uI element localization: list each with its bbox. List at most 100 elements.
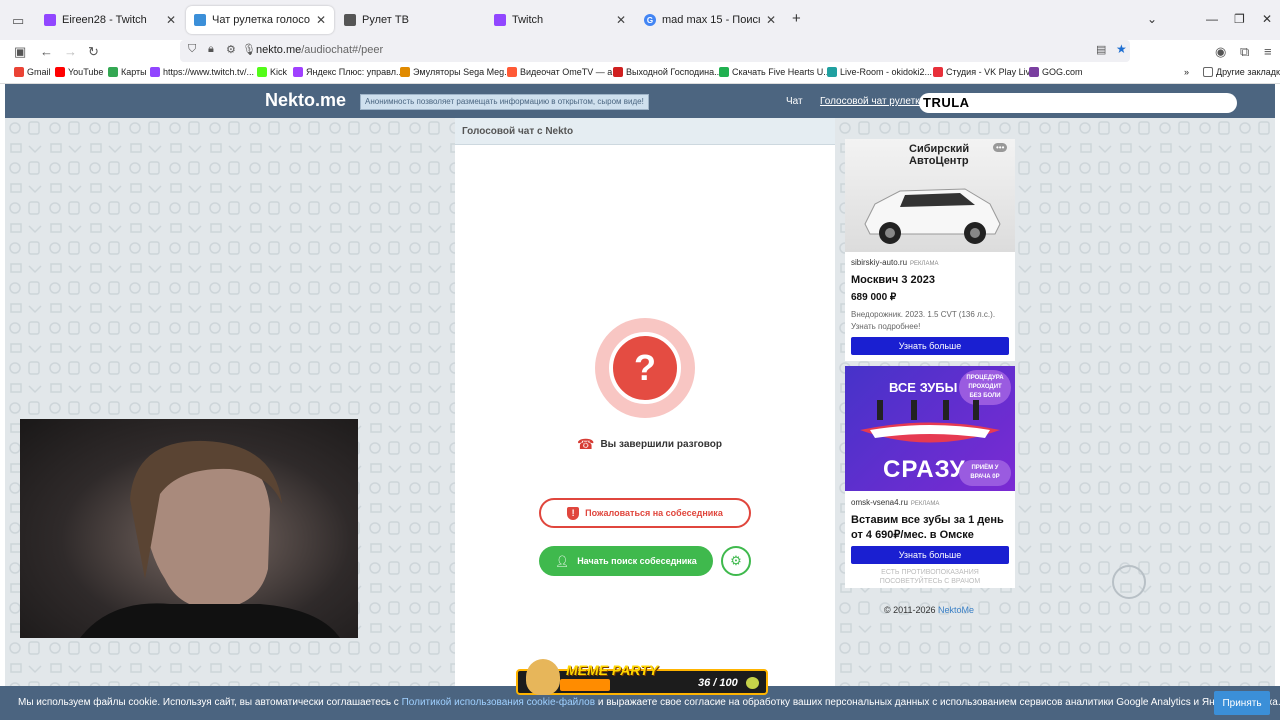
nav-voice-chat-link[interactable]: Голосовой чат рулетка [820, 96, 925, 107]
browser-tab-bar: ▭ Eireen28 - Twitch ✕ Чат рулетка голосо… [0, 0, 1280, 40]
tab-title: Twitch [512, 14, 544, 26]
twitch-icon [44, 14, 56, 26]
bookmark-label: Gmail [27, 67, 51, 77]
lock-icon[interactable]: 🔒︎ [208, 43, 214, 56]
browser-nav-bar: ▣ ← → ↻ ⛉ 🔒︎ ⚙ 🎙︎ nekto.me/audiochat#/pe… [0, 40, 1280, 62]
tab-twitch[interactable]: Twitch ✕ [486, 6, 634, 34]
bookmark-item[interactable]: Live-Room - okidoki2... [827, 67, 932, 77]
window-close-icon[interactable]: ✕ [1262, 12, 1272, 26]
doge-icon [526, 659, 560, 695]
ad-domain: omsk-vsena4.ru РЕКЛАМА [851, 498, 940, 507]
cookie-text: Мы используем файлы cookie. Используя са… [18, 697, 1280, 708]
loading-spinner-icon [1112, 565, 1146, 599]
maximize-icon[interactable]: ❐ [1234, 12, 1245, 26]
reload-icon[interactable]: ↻ [88, 44, 99, 60]
bookmark-item[interactable]: GOG.com [1029, 67, 1083, 77]
back-icon[interactable]: ← [40, 44, 53, 59]
ad-domain: sibirskiy-auto.ru РЕКЛАМА [851, 258, 939, 267]
tab-list-chevron-icon[interactable]: ⌄ [1147, 12, 1157, 26]
bookmark-item[interactable]: YouTube [55, 67, 103, 77]
report-button[interactable]: ! Пожаловаться на собеседника [539, 498, 751, 528]
ad-cta-button[interactable]: Узнать больше [851, 546, 1009, 564]
user-search-icon: 👤︎ [555, 555, 570, 568]
folder-icon [1203, 67, 1213, 77]
ad-cta-button[interactable]: Узнать больше [851, 337, 1009, 355]
forward-icon[interactable]: → [64, 44, 77, 59]
bookmark-label: Карты [121, 67, 147, 77]
bookmark-item[interactable]: Kick [257, 67, 287, 77]
copyright-link[interactable]: NektoMe [938, 605, 974, 615]
tab-title: Чат рулетка голосовая — Nekto [212, 14, 310, 26]
account-icon[interactable]: ◉ [1215, 44, 1226, 60]
ad-car-image: Сибирский АвтоЦентр ••• [845, 139, 1015, 252]
call-ended-status: ☎ Вы завершили разговор [577, 436, 722, 453]
bookmark-item[interactable]: Яндекс Плюс: управл... [293, 67, 403, 77]
bookmark-favicon-icon [55, 67, 65, 77]
extensions-icon[interactable]: ⧉ [1240, 44, 1249, 60]
search-settings-button[interactable]: ⚙ [721, 546, 751, 576]
ad-description: Внедорожник. 2023. 1.5 CVT (136 л.с.). У… [851, 310, 996, 331]
bookmark-item[interactable]: Gmail [14, 67, 51, 77]
bookmark-favicon-icon [108, 67, 118, 77]
streamer-webcam [20, 419, 358, 638]
close-icon[interactable]: ✕ [166, 13, 176, 27]
bookmark-item[interactable]: Выходной Господина... [613, 67, 722, 77]
ad-options-icon[interactable]: ••• [993, 143, 1008, 152]
bookmark-label: Видеочат OmeTV — a... [520, 67, 620, 77]
call-status-indicator: ? [595, 318, 695, 418]
close-icon[interactable]: ✕ [766, 13, 776, 27]
reader-view-icon[interactable]: ▤ [1096, 43, 1106, 56]
permissions-icon[interactable]: ⚙ [226, 43, 236, 56]
bookmark-item[interactable]: Карты [108, 67, 147, 77]
other-bookmarks-folder[interactable]: Другие закладки [1203, 67, 1280, 77]
bookmark-item[interactable]: Видеочат OmeTV — a... [507, 67, 620, 77]
meme-title: MEME PARTY [566, 662, 659, 678]
bookmark-label: Скачать Five Hearts U... [732, 67, 831, 77]
streamer-overlay: TRULA [919, 93, 1237, 113]
bookmark-item[interactable]: Эмуляторы Sega Meg... [400, 67, 512, 77]
bookmark-item[interactable]: Скачать Five Hearts U... [719, 67, 831, 77]
nekto-icon [194, 14, 206, 26]
url-bar[interactable]: ⛉ 🔒︎ ⚙ 🎙︎ nekto.me/audiochat#/peer ▤ ★ [180, 40, 1130, 62]
ad-card-dental[interactable]: ВСЕ ЗУБЫ ПРОЦЕДУРА ПРОХОДИТ БЕЗ БОЛИ СРА… [845, 366, 1015, 588]
copyright: © 2011-2026 NektoMe [884, 605, 975, 615]
cookie-accept-button[interactable]: Принять [1214, 691, 1270, 715]
ad-disclaimer: ЕСТЬ ПРОТИВОПОКАЗАНИЯ ПОСОВЕТУЙТЕСЬ С ВР… [879, 569, 981, 585]
shield-alert-icon: ! [567, 506, 580, 520]
bookmarks-overflow-icon[interactable]: » [1184, 67, 1189, 77]
banner-badge-doctor: ПРИЁМ У ВРАЧА 0Р [959, 460, 1011, 486]
meme-progress-bar [560, 679, 610, 691]
bookmark-favicon-icon [150, 67, 160, 77]
cookie-policy-link[interactable]: Политикой использования cookie-файлов [402, 697, 595, 708]
url-text: nekto.me/audiochat#/peer [256, 44, 384, 56]
tab-nekto[interactable]: Чат рулетка голосовая — Nekto ✕ [186, 6, 334, 34]
site-logo[interactable]: Nekto.me [265, 90, 346, 111]
nav-chat-link[interactable]: Чат [786, 96, 803, 107]
close-icon[interactable]: ✕ [316, 13, 326, 27]
shield-icon[interactable]: ⛉ [188, 43, 196, 56]
bookmarks-bar: Gmail YouTube Карты https://www.twitch.tv/.… [0, 62, 1280, 84]
bookmark-item[interactable]: Студия - VK Play Live [933, 67, 1035, 77]
bookmark-label: https://www.twitch.tv/... [163, 67, 255, 77]
minimize-icon[interactable]: — [1206, 12, 1218, 26]
close-icon[interactable]: ✕ [616, 13, 626, 27]
sidebar-icon[interactable]: ▣ [14, 44, 26, 60]
menu-icon[interactable]: ≡ [1264, 44, 1272, 59]
microphone-icon[interactable]: 🎙︎ [242, 43, 256, 56]
bookmark-item[interactable]: https://www.twitch.tv/... [150, 67, 254, 77]
ad-title: Москвич 3 2023 [851, 274, 935, 286]
bookmark-favicon-icon [14, 67, 24, 77]
tab-google[interactable]: G mad max 15 - Поиск в Google ✕ [636, 6, 784, 34]
ad-card-auto[interactable]: Сибирский АвтоЦентр ••• sibirskiy-auto.r… [845, 139, 1015, 361]
start-search-button[interactable]: 👤︎ Начать поиск собеседника [539, 546, 713, 576]
bookmark-favicon-icon [719, 67, 729, 77]
start-search-label: Начать поиск собеседника [577, 556, 697, 566]
new-tab-button[interactable]: + [792, 10, 801, 27]
tab-title: mad max 15 - Поиск в Google [662, 14, 760, 26]
bookmark-label: Live-Room - okidoki2... [840, 67, 933, 77]
bookmark-star-icon[interactable]: ★ [1116, 42, 1127, 56]
tab-rulet-tv[interactable]: Рулет ТВ [336, 6, 484, 34]
tab-overview-icon[interactable]: ▭ [12, 13, 24, 29]
tab-eireen[interactable]: Eireen28 - Twitch ✕ [36, 6, 184, 34]
tab-title: Eireen28 - Twitch [62, 14, 147, 26]
